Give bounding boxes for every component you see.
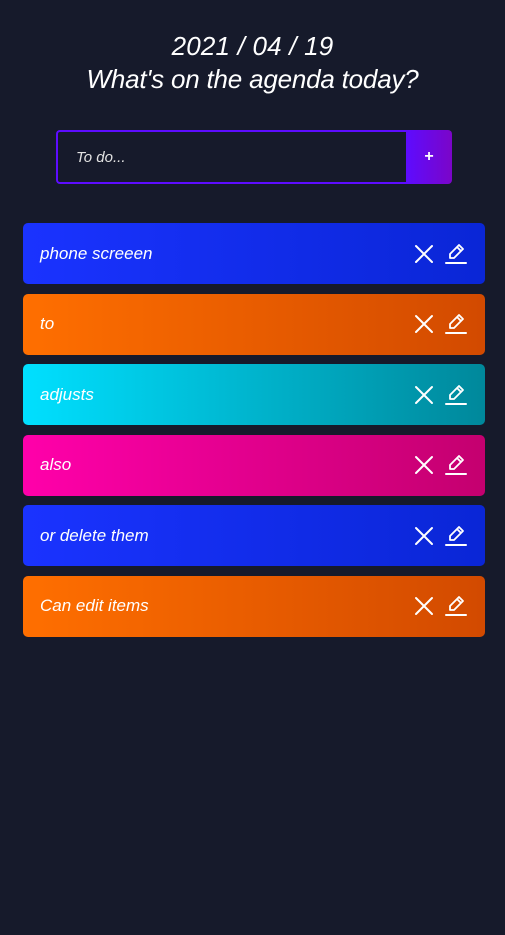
todo-app: 2021 / 04 / 19 What's on the agenda toda… [0,0,505,935]
todo-input[interactable] [56,130,406,184]
close-icon[interactable] [413,454,435,476]
todo-item: phone screeen [23,223,485,284]
page-title: What's on the agenda today? [86,64,419,94]
todo-item: adjusts [23,364,485,425]
todo-item: or delete them [23,505,485,566]
edit-icon[interactable] [445,595,467,617]
todo-item-actions [413,313,467,335]
edit-icon[interactable] [445,525,467,547]
close-icon[interactable] [413,595,435,617]
todo-list: phone screeen to adjusts also or delete … [23,223,485,646]
todo-item-actions [413,243,467,265]
edit-icon[interactable] [445,454,467,476]
edit-icon[interactable] [445,243,467,265]
todo-item-text[interactable]: also [23,455,413,475]
todo-item-actions [413,454,467,476]
todo-item: Can edit items [23,575,485,637]
close-icon[interactable] [413,525,435,547]
todo-item-text[interactable]: phone screeen [23,244,413,264]
todo-form: + [56,130,452,184]
todo-item-actions [413,595,467,617]
edit-icon[interactable] [445,384,467,406]
close-icon[interactable] [413,243,435,265]
todo-item-text[interactable]: or delete them [23,526,413,546]
date-heading: 2021 / 04 / 19 [171,31,334,61]
todo-item: also [23,434,485,496]
todo-item-text[interactable]: adjusts [23,385,413,405]
todo-item-actions [413,525,467,547]
todo-item: to [23,293,485,355]
close-icon[interactable] [413,313,435,335]
todo-item-actions [413,384,467,406]
edit-icon[interactable] [445,313,467,335]
close-icon[interactable] [413,384,435,406]
todo-item-text[interactable]: Can edit items [23,596,413,616]
todo-item-text[interactable]: to [23,314,413,334]
header: 2021 / 04 / 19 What's on the agenda toda… [0,30,505,95]
add-todo-button[interactable]: + [406,130,452,184]
